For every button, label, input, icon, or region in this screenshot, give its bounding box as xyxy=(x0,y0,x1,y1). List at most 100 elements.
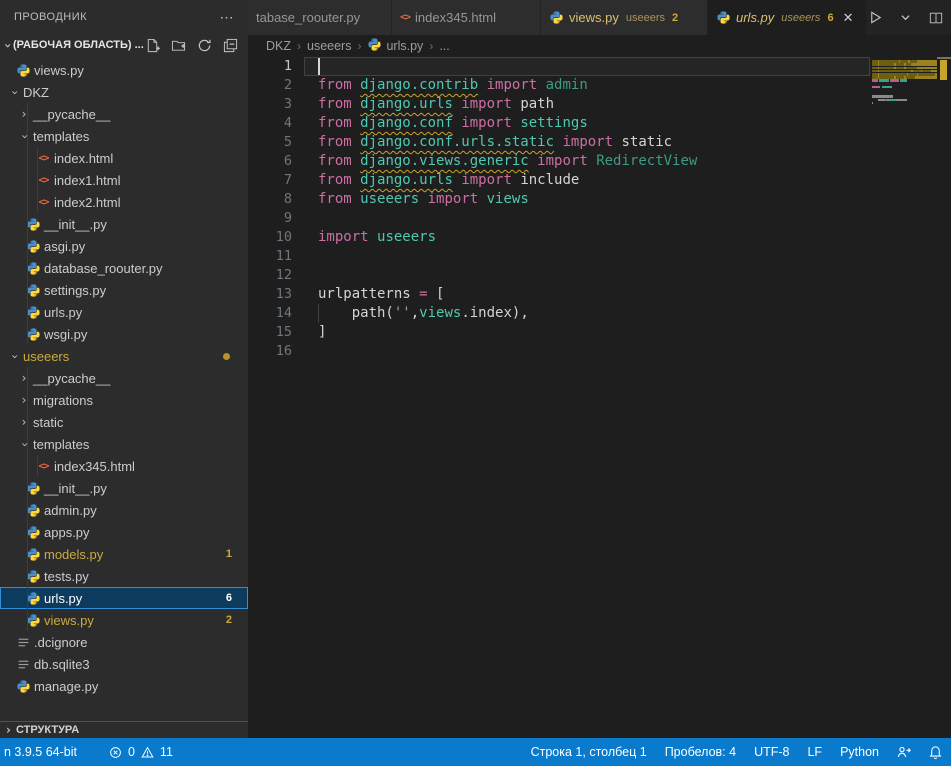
code-line-4[interactable]: 4from django.conf import settings xyxy=(248,114,951,133)
code-line-16[interactable]: 16 xyxy=(248,342,951,361)
encoding-status[interactable]: UTF-8 xyxy=(745,745,798,759)
code-line-8[interactable]: 8from useeers import views xyxy=(248,190,951,209)
code-line-15[interactable]: 15] xyxy=(248,323,951,342)
tab-tabase_roouter.py[interactable]: tabase_roouter.py xyxy=(248,0,391,35)
problems-status[interactable]: 0 11 xyxy=(107,744,173,761)
chevron-down-icon[interactable]: › xyxy=(16,129,32,143)
tree-file-settings.py[interactable]: settings.py xyxy=(0,279,248,301)
run-python-file-button[interactable] xyxy=(867,9,884,26)
cursor-position-status[interactable]: Строка 1, столбец 1 xyxy=(522,745,656,759)
tree-folder-migrations[interactable]: ›migrations xyxy=(0,389,248,411)
minimap[interactable] xyxy=(872,57,937,738)
tree-file-admin.py[interactable]: admin.py xyxy=(0,499,248,521)
breadcrumb-item-urls.py[interactable]: urls.py xyxy=(367,37,423,55)
code-token: , xyxy=(411,305,419,321)
tree-file-.dcignore[interactable]: .dcignore xyxy=(0,631,248,653)
chevron-right-icon[interactable]: › xyxy=(16,107,32,121)
code-text: from django.urls import path xyxy=(318,95,554,114)
tree-file-__init__.py[interactable]: __init__.py xyxy=(0,213,248,235)
code-line-14[interactable]: 14 path('',views.index), xyxy=(248,304,951,323)
tree-folder-__pycache__[interactable]: ›__pycache__ xyxy=(0,103,248,125)
code-token: useeers xyxy=(377,229,436,245)
code-line-7[interactable]: 7from django.urls import include xyxy=(248,171,951,190)
code-line-6[interactable]: 6from django.views.generic import Redire… xyxy=(248,152,951,171)
tree-item-label: urls.py xyxy=(44,591,82,606)
code-editor[interactable]: 12from django.contrib import admin3from … xyxy=(248,57,951,738)
code-line-10[interactable]: 10import useeers xyxy=(248,228,951,247)
tree-file-asgi.py[interactable]: asgi.py xyxy=(0,235,248,257)
code-line-9[interactable]: 9 xyxy=(248,209,951,228)
tree-file-db.sqlite3[interactable]: db.sqlite3 xyxy=(0,653,248,675)
chevron-down-icon[interactable]: › xyxy=(6,349,22,363)
tree-file-tests.py[interactable]: tests.py xyxy=(0,565,248,587)
tree-folder-DKZ[interactable]: ›DKZ xyxy=(0,81,248,103)
tree-item-label: settings.py xyxy=(44,283,106,298)
code-line-2[interactable]: 2from django.contrib import admin xyxy=(248,76,951,95)
warning-count: 11 xyxy=(160,745,173,759)
tree-file-manage.py[interactable]: manage.py xyxy=(0,675,248,697)
language-mode-status[interactable]: Python xyxy=(831,745,888,759)
tree-file-index.html[interactable]: <>index.html xyxy=(0,147,248,169)
tree-file-wsgi.py[interactable]: wsgi.py xyxy=(0,323,248,345)
breadcrumb-item-DKZ[interactable]: DKZ xyxy=(266,39,291,53)
tree-indent-guide xyxy=(27,367,28,389)
tree-indent-guide xyxy=(27,499,28,521)
eol-status[interactable]: LF xyxy=(798,745,831,759)
tree-file-__init__.py[interactable]: __init__.py xyxy=(0,477,248,499)
tree-file-urls.py[interactable]: urls.py xyxy=(0,301,248,323)
outline-section-header[interactable]: › СТРУКТУРА xyxy=(0,721,248,738)
file-tree: views.py›DKZ›__pycache__›templates<>inde… xyxy=(0,59,248,697)
tree-file-index2.html[interactable]: <>index2.html xyxy=(0,191,248,213)
workspace-actions xyxy=(144,37,248,54)
tree-file-index1.html[interactable]: <>index1.html xyxy=(0,169,248,191)
explorer-more-actions-icon[interactable]: ⋯ xyxy=(220,9,235,26)
chevron-right-icon[interactable]: › xyxy=(16,415,32,429)
chevron-right-icon[interactable]: › xyxy=(16,393,32,407)
tree-folder-templates[interactable]: ›templates xyxy=(0,433,248,455)
new-file-button[interactable] xyxy=(144,37,161,54)
tree-folder-static[interactable]: ›static xyxy=(0,411,248,433)
python-version-status[interactable]: n 3.9.5 64-bit xyxy=(4,745,77,759)
chevron-down-icon[interactable]: › xyxy=(6,85,22,99)
close-tab-icon[interactable]: ✕ xyxy=(843,10,854,26)
breadcrumb-item-...[interactable]: ... xyxy=(439,39,449,53)
tab-views.py[interactable]: views.pyuseeers2 xyxy=(541,0,707,35)
tree-file-views.py[interactable]: views.py2 xyxy=(0,609,248,631)
tree-file-urls.py[interactable]: urls.py6 xyxy=(0,587,248,609)
collapse-folders-button[interactable] xyxy=(222,37,239,54)
minimap-token xyxy=(872,95,889,98)
code-line-5[interactable]: 5from django.conf.urls.static import sta… xyxy=(248,133,951,152)
code-line-13[interactable]: 13urlpatterns = [ xyxy=(248,285,951,304)
code-line-1[interactable]: 1 xyxy=(248,57,951,76)
tree-file-models.py[interactable]: models.py1 xyxy=(0,543,248,565)
feedback-icon[interactable] xyxy=(888,744,920,760)
minimap-line xyxy=(872,95,893,98)
code-line-3[interactable]: 3from django.urls import path xyxy=(248,95,951,114)
code-line-12[interactable]: 12 xyxy=(248,266,951,285)
tree-folder-useeers[interactable]: ›useeers xyxy=(0,345,248,367)
minimap-token xyxy=(900,79,907,82)
chevron-down-icon[interactable]: › xyxy=(16,437,32,451)
tree-file-views.py[interactable]: views.py xyxy=(0,59,248,81)
notifications-bell-icon[interactable] xyxy=(920,745,951,760)
tree-folder-__pycache__[interactable]: ›__pycache__ xyxy=(0,367,248,389)
breadcrumb-separator-icon: › xyxy=(297,39,301,53)
code-token xyxy=(352,77,360,93)
indentation-status[interactable]: Пробелов: 4 xyxy=(656,745,745,759)
tree-file-apps.py[interactable]: apps.py xyxy=(0,521,248,543)
new-folder-button[interactable] xyxy=(170,37,187,54)
tree-indent-guide xyxy=(27,587,28,609)
tab-index345.html[interactable]: <>index345.html xyxy=(392,0,540,35)
tree-folder-templates[interactable]: ›templates xyxy=(0,125,248,147)
workspace-section-header[interactable]: › (РАБОЧАЯ ОБЛАСТЬ) ... xyxy=(0,34,248,56)
chevron-right-icon[interactable]: › xyxy=(16,371,32,385)
tree-indent-guide xyxy=(37,147,38,169)
tree-file-database_roouter.py[interactable]: database_roouter.py xyxy=(0,257,248,279)
tree-file-index345.html[interactable]: <>index345.html xyxy=(0,455,248,477)
run-options-chevron-icon[interactable] xyxy=(897,9,914,26)
breadcrumb-item-useeers[interactable]: useeers xyxy=(307,39,351,53)
tab-urls.py[interactable]: urls.pyuseeers6✕ xyxy=(708,0,866,35)
refresh-explorer-button[interactable] xyxy=(196,37,213,54)
code-line-11[interactable]: 11 xyxy=(248,247,951,266)
split-editor-button[interactable] xyxy=(927,9,944,26)
